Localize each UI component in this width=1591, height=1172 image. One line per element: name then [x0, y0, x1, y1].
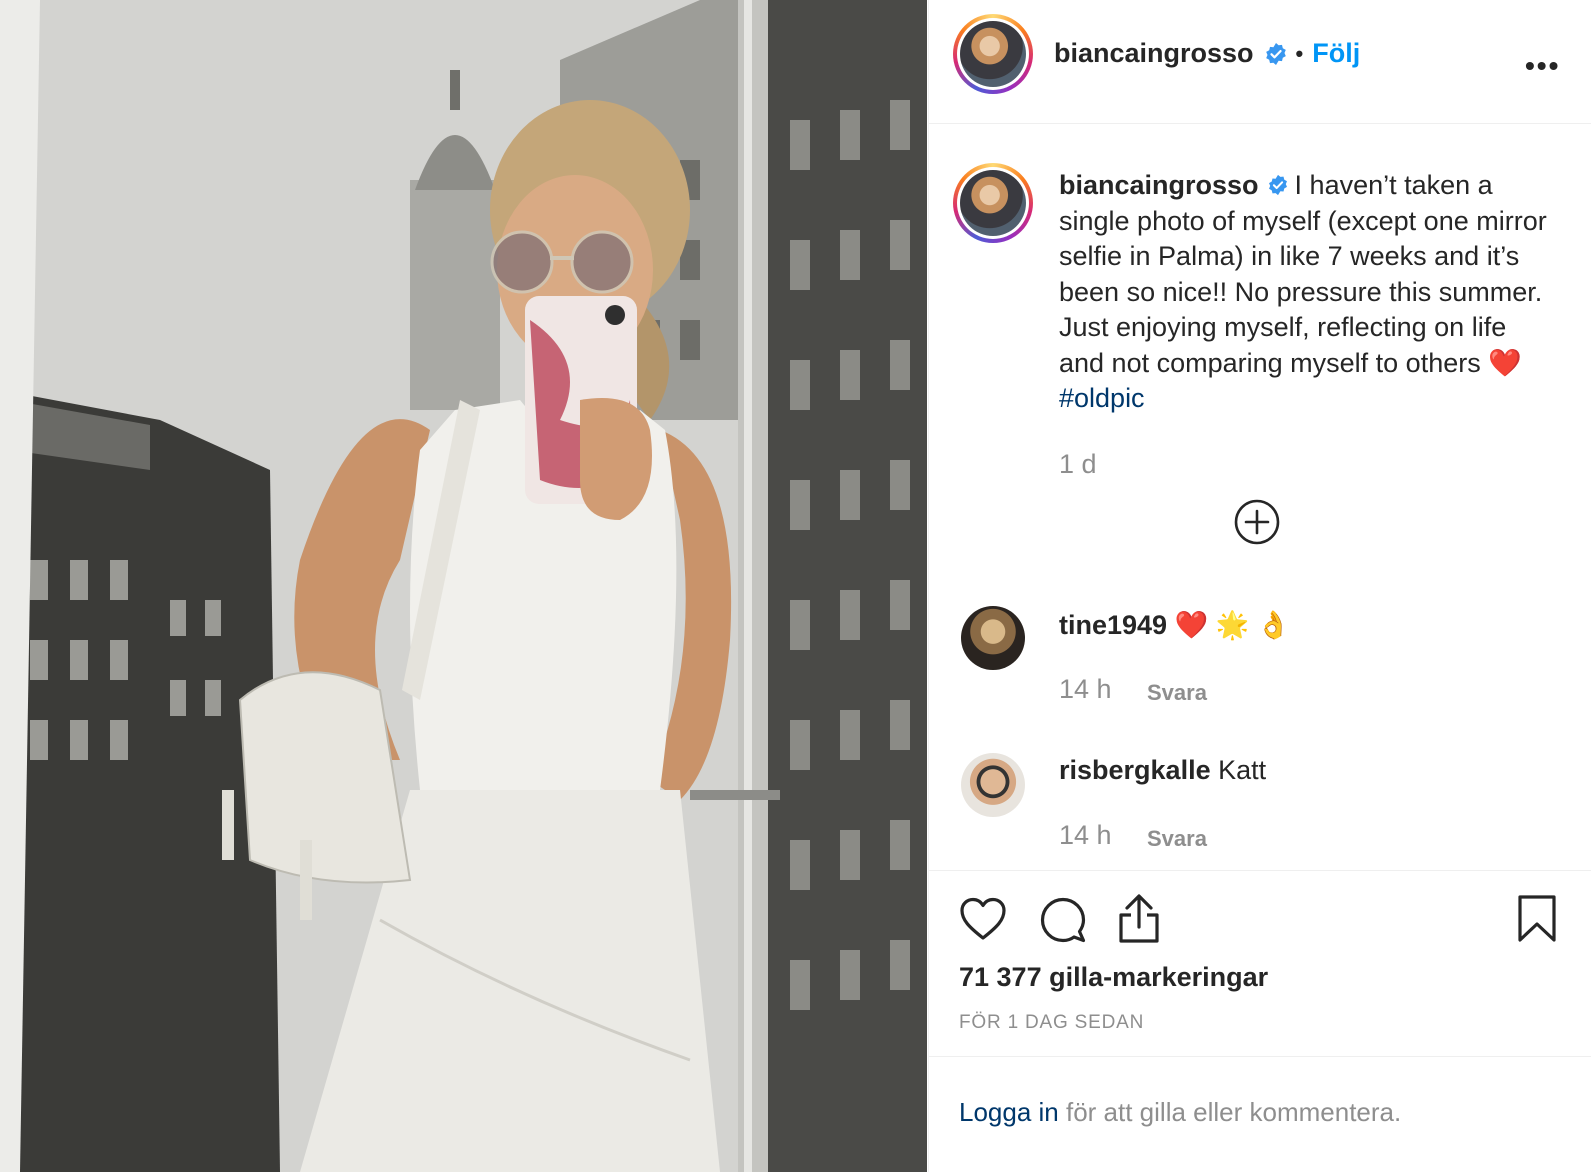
mirror-selfie-illustration — [0, 0, 927, 1172]
post-side-panel: biancaingrosso • Följ ••• biancaingrosso… — [928, 0, 1591, 1172]
follow-button[interactable]: Följ — [1312, 38, 1360, 69]
comment: tine1949 ❤️ 🌟 👌 — [1059, 609, 1290, 641]
comment-avatar[interactable] — [961, 753, 1025, 817]
login-link[interactable]: Logga in — [959, 1097, 1059, 1127]
caption-avatar[interactable] — [953, 163, 1033, 243]
footer-divider — [929, 1056, 1591, 1057]
post-image[interactable] — [0, 0, 927, 1172]
caption-text: I haven’t taken a single photo of myself… — [1059, 170, 1547, 378]
caption-timestamp[interactable]: 1 d — [1059, 449, 1097, 480]
header-username[interactable]: biancaingrosso — [1054, 38, 1254, 69]
comment-username[interactable]: risbergkalle — [1059, 755, 1211, 785]
reply-button[interactable]: Svara — [1147, 680, 1207, 706]
like-heart-icon[interactable] — [959, 896, 1007, 947]
post-caption: biancaingrosso I haven’t taken a single p… — [1059, 168, 1549, 417]
separator-dot: • — [1295, 40, 1304, 66]
save-bookmark-icon[interactable] — [1517, 894, 1557, 949]
verified-badge-icon — [1267, 170, 1289, 196]
action-bar — [929, 870, 1591, 871]
header-user-line: biancaingrosso • Följ — [1054, 38, 1360, 69]
caption-username[interactable]: biancaingrosso — [1059, 170, 1259, 200]
comment-text: Katt — [1218, 755, 1267, 785]
login-prompt-text: för att gilla eller kommentera. — [1058, 1097, 1402, 1127]
comment-avatar[interactable] — [961, 606, 1025, 670]
comment-timestamp[interactable]: 14 h — [1059, 820, 1112, 851]
login-prompt: Logga in för att gilla eller kommentera. — [959, 1097, 1401, 1128]
more-options-icon[interactable]: ••• — [1525, 52, 1560, 80]
comment-timestamp[interactable]: 14 h — [1059, 674, 1112, 705]
verified-badge-icon — [1264, 42, 1288, 66]
comment-username[interactable]: tine1949 — [1059, 610, 1167, 640]
header-avatar[interactable] — [953, 14, 1033, 94]
posted-time[interactable]: FÖR 1 DAG SEDAN — [959, 1012, 1144, 1034]
caption-heart-emoji: ❤️ — [1488, 347, 1522, 378]
load-more-comments-icon[interactable] — [1233, 498, 1281, 546]
post-header: biancaingrosso • Följ ••• — [929, 0, 1591, 124]
hashtag-link[interactable]: #oldpic — [1059, 383, 1145, 413]
comment-icon[interactable] — [1039, 896, 1087, 949]
comment: risbergkalle Katt — [1059, 755, 1266, 786]
comment-text: ❤️ 🌟 👌 — [1174, 610, 1291, 640]
likes-count[interactable]: 71 377 gilla-markeringar — [959, 962, 1268, 993]
share-icon[interactable] — [1117, 893, 1161, 950]
reply-button[interactable]: Svara — [1147, 826, 1207, 852]
